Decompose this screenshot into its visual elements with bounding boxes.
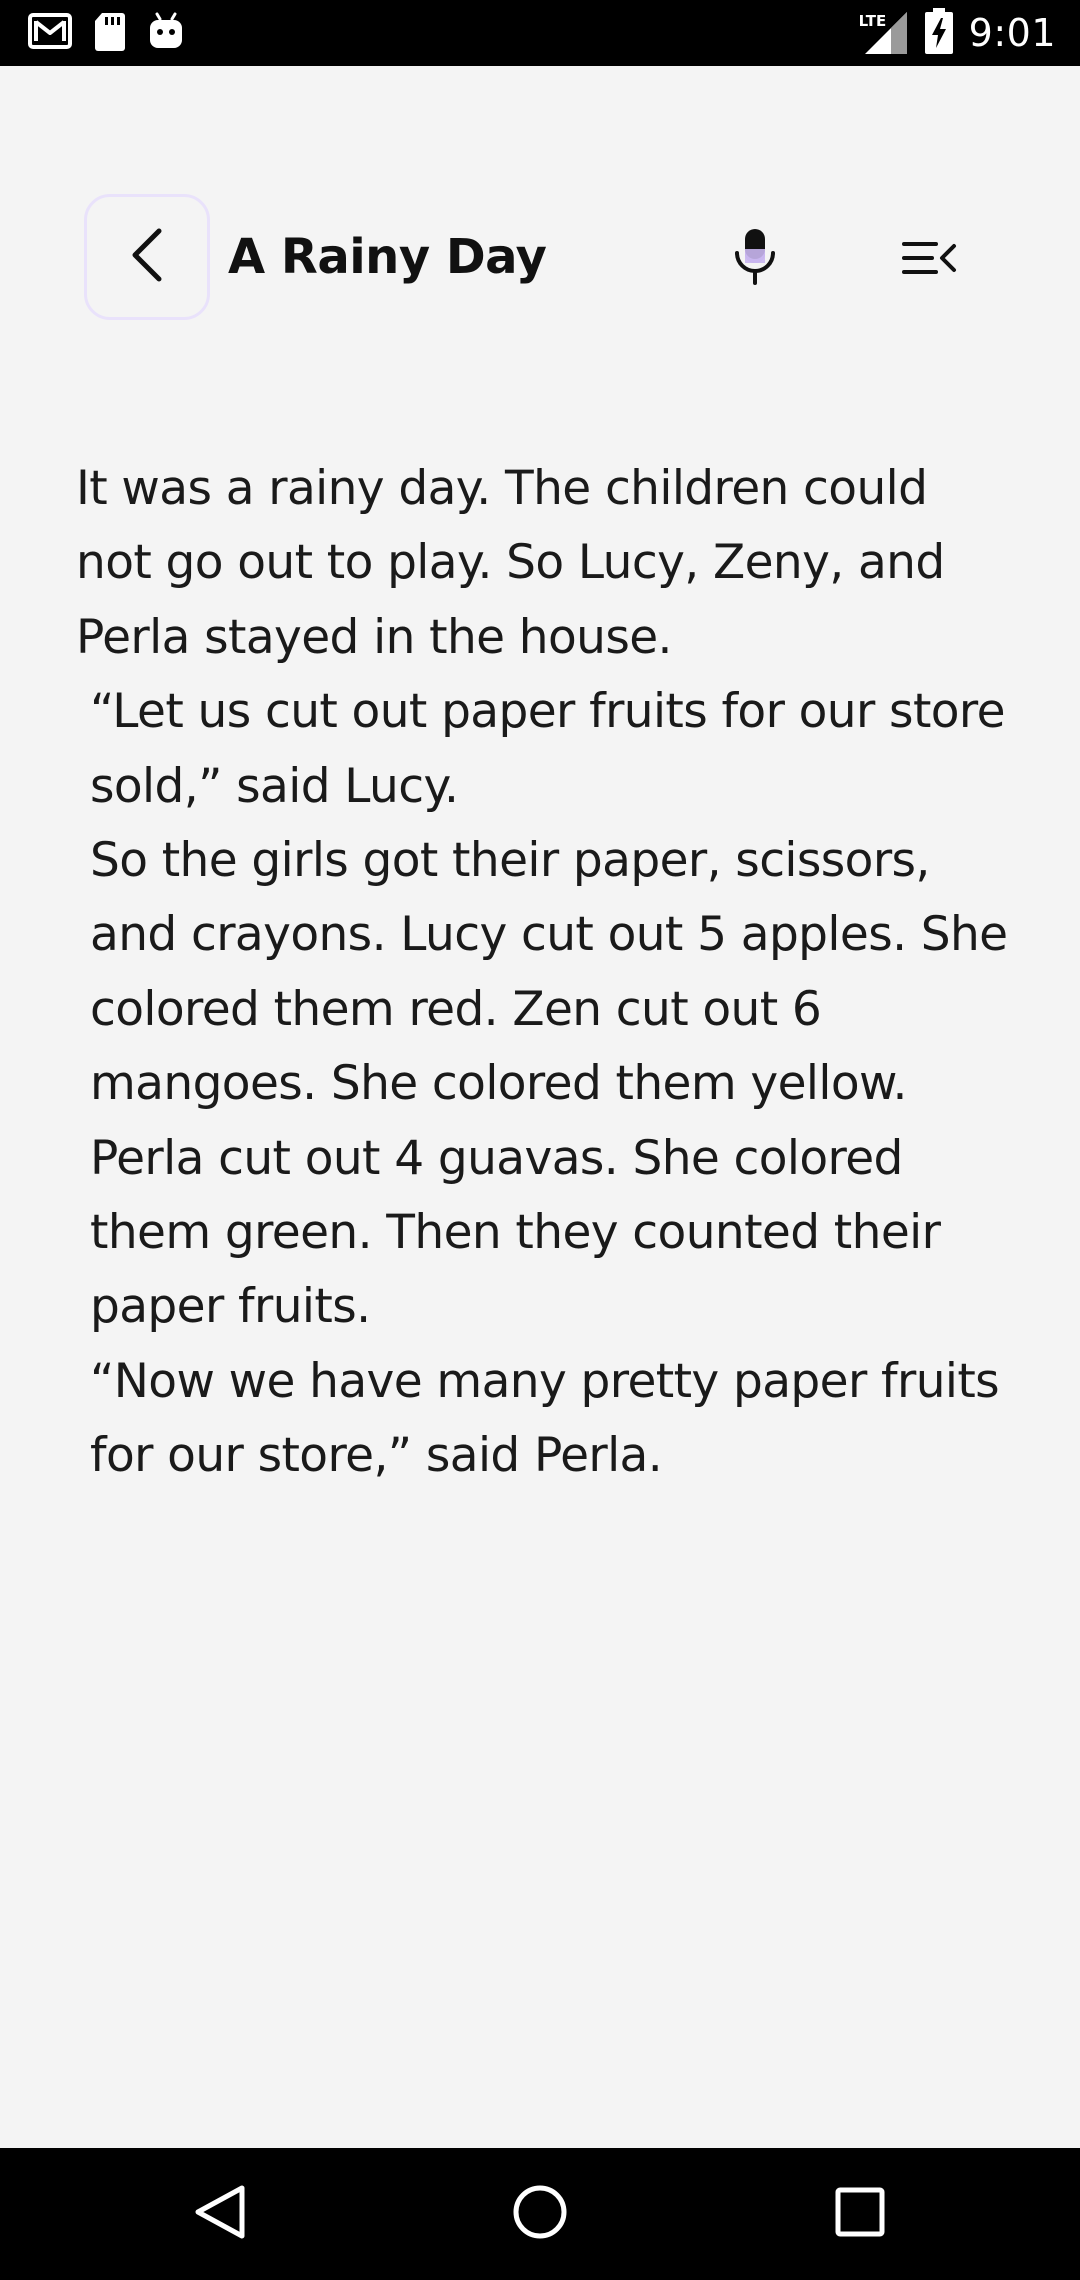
nav-home-icon (510, 2182, 570, 2246)
menu-collapse-icon (902, 238, 958, 282)
menu-button[interactable] (898, 232, 962, 288)
story-paragraph: “Now we have many pretty paper fruits fo… (90, 1353, 1000, 1484)
battery-charging-icon (924, 8, 953, 58)
page-title: A Rainy Day (228, 229, 547, 285)
navigation-bar (0, 2148, 1080, 2280)
story-paragraph: So the girls got their paper, scissors, … (90, 833, 1008, 1335)
story-paragraph: It was a rainy day. The children could n… (76, 461, 945, 665)
status-left-icons (28, 10, 184, 56)
nav-back-button[interactable] (184, 2178, 256, 2250)
nav-recents-icon (834, 2186, 886, 2242)
story-text: It was a rainy day. The children could n… (76, 452, 1016, 1494)
nav-recents-button[interactable] (824, 2178, 896, 2250)
sd-card-icon (94, 11, 126, 55)
microphone-button[interactable] (720, 224, 790, 294)
status-time: 9:01 (968, 11, 1056, 55)
signal-icon: LTE (859, 10, 909, 56)
nav-home-button[interactable] (504, 2178, 576, 2250)
gmail-icon (28, 13, 72, 53)
back-button[interactable] (84, 194, 210, 320)
story-paragraph: “Let us cut out paper fruits for our sto… (90, 684, 1006, 814)
chevron-left-icon (127, 227, 167, 287)
android-icon (148, 12, 184, 54)
status-bar: LTE 9:01 (0, 0, 1080, 66)
status-right-icons: LTE 9:01 (859, 8, 1056, 58)
microphone-icon (733, 227, 777, 291)
nav-back-icon (192, 2182, 248, 2246)
